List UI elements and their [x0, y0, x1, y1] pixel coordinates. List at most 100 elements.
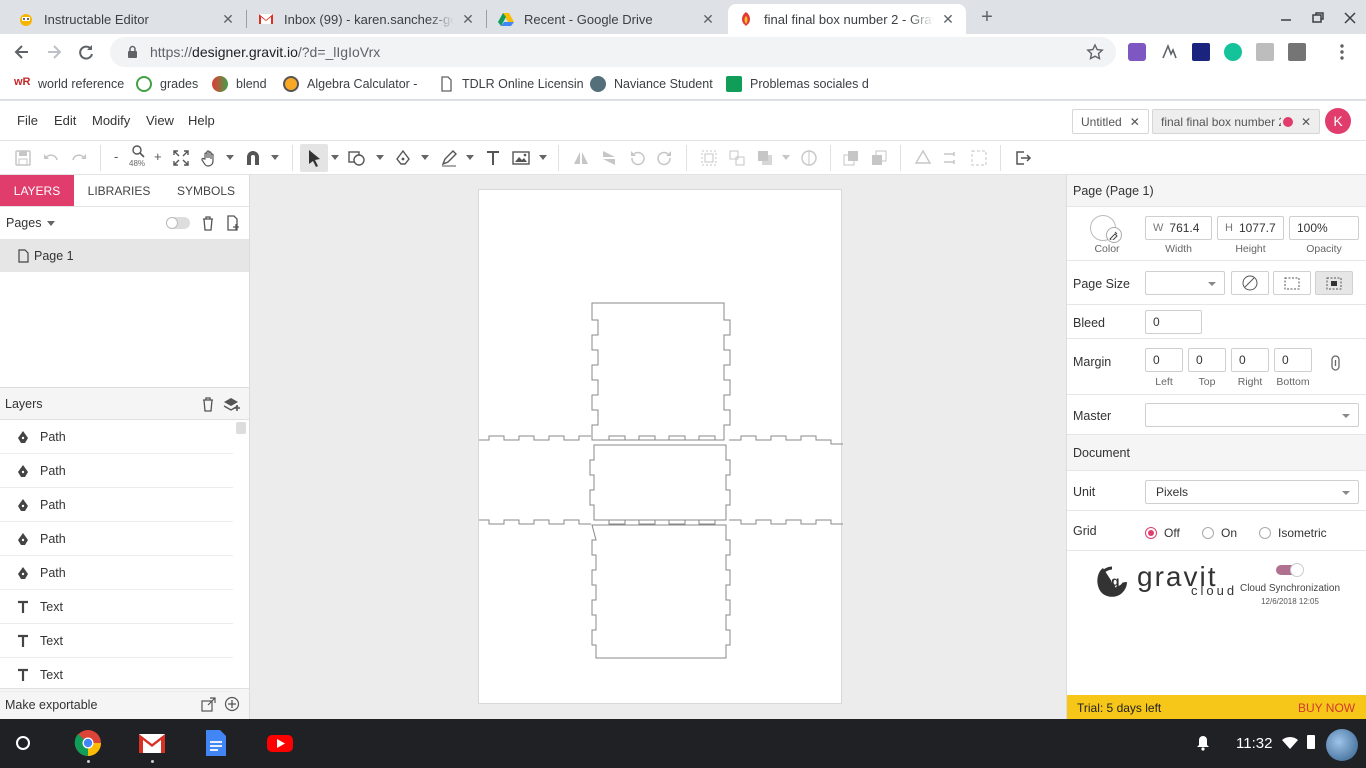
opacity-input[interactable]: 100%	[1289, 216, 1359, 240]
flip-vertical-icon[interactable]	[598, 147, 620, 169]
minimize-window-button[interactable]	[1276, 8, 1296, 28]
margin-bottom-input[interactable]: 0	[1274, 348, 1312, 372]
tab-libraries[interactable]: LIBRARIES	[74, 175, 164, 206]
doc-tab-untitled[interactable]: Untitled ✕	[1072, 109, 1149, 134]
close-window-button[interactable]	[1340, 8, 1360, 28]
save-icon[interactable]	[12, 147, 34, 169]
group-icon[interactable]	[698, 147, 720, 169]
close-tab-icon[interactable]: ✕	[700, 11, 716, 28]
browser-tab-instructable[interactable]: Instructable Editor ✕	[8, 4, 246, 34]
clip-content-button[interactable]	[1315, 271, 1353, 295]
zoom-control[interactable]: 48%	[128, 143, 148, 173]
snap-magnet-icon[interactable]	[242, 147, 264, 169]
address-bar[interactable]: https://designer.gravit.io/?d=_lIgIoVrx	[110, 37, 1116, 67]
link-margins-icon[interactable]	[1329, 355, 1343, 371]
extension-c-icon[interactable]	[1256, 43, 1274, 61]
undo-icon[interactable]	[40, 147, 62, 169]
page-size-select[interactable]	[1145, 271, 1225, 295]
boolean-ops-icon[interactable]	[754, 147, 776, 169]
close-doc-icon[interactable]: ✕	[1301, 115, 1311, 129]
height-input[interactable]: H 1077.7	[1217, 216, 1284, 240]
width-input[interactable]: W 761.4	[1145, 216, 1212, 240]
add-export-icon[interactable]	[224, 696, 240, 712]
chrome-menu-button[interactable]	[1332, 42, 1352, 62]
pointer-tool-icon[interactable]	[300, 144, 328, 172]
restore-window-button[interactable]	[1308, 8, 1328, 28]
bookmark-problemas-sociales[interactable]: Problemas sociales d	[726, 70, 869, 98]
browser-tab-drive[interactable]: Recent - Google Drive ✕	[488, 4, 726, 34]
extension-c2-icon[interactable]	[1288, 43, 1306, 61]
youtube-icon[interactable]	[266, 729, 294, 757]
buy-now-link[interactable]: BUY NOW	[1298, 701, 1355, 715]
export-slice-icon[interactable]	[200, 697, 216, 713]
bookmark-algebra-calculator[interactable]: Algebra Calculator -	[283, 70, 417, 98]
rotate-left-icon[interactable]	[626, 147, 648, 169]
design-canvas[interactable]	[250, 175, 1066, 719]
layer-row[interactable]: Text	[0, 624, 233, 658]
grid-isometric-radio[interactable]: Isometric	[1259, 526, 1327, 540]
menu-view[interactable]: View	[146, 113, 174, 128]
close-tab-icon[interactable]: ✕	[220, 11, 236, 28]
notification-bell-icon[interactable]	[1196, 735, 1210, 751]
fit-content-button[interactable]	[1273, 271, 1311, 295]
grid-on-radio[interactable]: On	[1202, 526, 1237, 540]
delete-layer-icon[interactable]	[200, 396, 216, 412]
margin-left-input[interactable]: 0	[1145, 348, 1183, 372]
hand-tool-icon[interactable]	[198, 147, 220, 169]
extension-a-icon[interactable]	[1160, 43, 1178, 61]
reload-button[interactable]	[76, 42, 96, 62]
fit-to-screen-icon[interactable]	[170, 147, 192, 169]
cloud-sync-toggle[interactable]	[1276, 563, 1304, 577]
zoom-in-button[interactable]: +	[154, 149, 162, 164]
margin-top-input[interactable]: 0	[1188, 348, 1226, 372]
box-template-drawing[interactable]	[479, 190, 843, 705]
repeat-grid-icon[interactable]	[940, 147, 962, 169]
add-layer-icon[interactable]	[223, 396, 241, 412]
pencil-tool-icon[interactable]	[438, 147, 460, 169]
mask-icon[interactable]	[798, 147, 820, 169]
bring-forward-icon[interactable]	[840, 147, 862, 169]
ungroup-icon[interactable]	[726, 147, 748, 169]
bookmark-world-reference[interactable]: wR world reference	[14, 70, 124, 98]
layer-row[interactable]: Path	[0, 556, 233, 590]
user-profile-avatar[interactable]	[1326, 729, 1358, 761]
orientation-button[interactable]	[1231, 271, 1269, 295]
margin-right-input[interactable]: 0	[1231, 348, 1269, 372]
tab-symbols[interactable]: SYMBOLS	[164, 175, 248, 206]
eyedropper-icon[interactable]	[1106, 227, 1122, 243]
artboard-page[interactable]	[478, 189, 843, 705]
make-exportable-button[interactable]: Make exportable	[5, 698, 97, 712]
gmail-icon[interactable]	[138, 729, 166, 757]
export-icon[interactable]	[1012, 147, 1034, 169]
layer-row[interactable]: Path	[0, 454, 233, 488]
layer-scrollbar[interactable]	[236, 422, 246, 434]
layer-row[interactable]: Path	[0, 420, 233, 454]
chrome-icon[interactable]	[74, 729, 102, 757]
new-tab-button[interactable]: +	[976, 6, 998, 28]
image-tool-icon[interactable]	[510, 147, 532, 169]
send-backward-icon[interactable]	[868, 147, 890, 169]
grammarly-icon[interactable]	[1224, 43, 1242, 61]
delete-page-icon[interactable]	[200, 215, 216, 231]
bleed-input[interactable]: 0	[1145, 310, 1202, 334]
slice-icon[interactable]	[968, 147, 990, 169]
bookmark-grades[interactable]: grades	[136, 70, 198, 98]
browser-tab-gravit[interactable]: final final box number 2 - Gravit Design…	[728, 4, 966, 34]
layer-row[interactable]: Text	[0, 658, 233, 692]
add-page-icon[interactable]	[225, 215, 241, 231]
bookmark-tdlr[interactable]: TDLR Online Licensin	[438, 70, 584, 98]
close-tab-icon[interactable]: ✕	[940, 11, 956, 28]
layer-row[interactable]: Path	[0, 488, 233, 522]
extension-s-icon[interactable]	[1192, 43, 1210, 61]
page-item[interactable]: Page 1	[0, 239, 249, 272]
pen-tool-icon[interactable]	[392, 147, 414, 169]
layer-row[interactable]: Path	[0, 522, 233, 556]
menu-file[interactable]: File	[17, 113, 38, 128]
layer-row[interactable]: Text	[0, 590, 233, 624]
text-tool-icon[interactable]	[482, 147, 504, 169]
google-docs-icon[interactable]	[204, 729, 232, 757]
battery-icon[interactable]	[1307, 735, 1315, 749]
forward-button[interactable]	[44, 42, 64, 62]
close-tab-icon[interactable]: ✕	[460, 11, 476, 28]
doc-tab-final-box[interactable]: final final box number 2 ✕	[1152, 109, 1321, 134]
